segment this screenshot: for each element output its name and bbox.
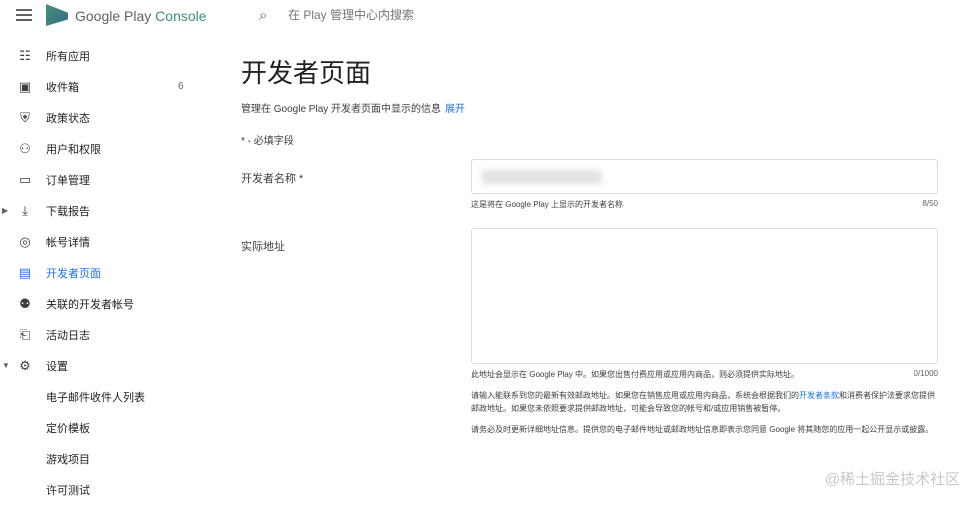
sidebar-item[interactable]: ⎗ 活动日志 xyxy=(0,319,200,350)
sidebar-item-label: 开发者页面 xyxy=(46,267,101,280)
sidebar-item[interactable]: 游戏项目 xyxy=(0,443,200,474)
top-bar: Google Play Console ⌕ xyxy=(0,0,980,32)
address-consent-paragraph: 请务必及时更新详细地址信息。提供您的电子邮件地址或邮政地址信息即表示您同意 Go… xyxy=(471,425,934,434)
shield-icon: ⛨ xyxy=(20,109,30,125)
page-title: 开发者页面 xyxy=(241,58,372,88)
sidebar-item[interactable]: 许可测试 xyxy=(0,474,200,505)
sidebar-item-label: 下载报告 xyxy=(46,205,90,218)
account-icon: ◎ xyxy=(19,233,31,249)
developer-name-hint: 这是将在 Google Play 上显示的开发者名称 xyxy=(471,200,624,209)
menu-icon[interactable] xyxy=(16,9,32,21)
sidebar-item-label: 关联的开发者帐号 xyxy=(46,298,134,311)
watermark: @稀土掘金技术社区 xyxy=(824,471,960,488)
para1-text-a: 请输入能联系到您的最新有效邮政地址。如果您在销售应用或应用内商品，系统会根据我们… xyxy=(471,391,799,400)
address-count: 0/1000 xyxy=(913,369,938,378)
sidebar-item[interactable]: ▶ ⤓ 下载报告 xyxy=(0,195,200,226)
sidebar-item-label: 设置 xyxy=(46,360,68,373)
expand-link[interactable]: 展开 xyxy=(445,104,465,115)
sidebar-item-label: 用户和权限 xyxy=(46,143,101,156)
gear-icon: ⚙ xyxy=(19,357,31,373)
sidebar-item-label: 游戏项目 xyxy=(46,453,90,466)
sidebar-item-label: 许可测试 xyxy=(46,484,90,497)
sidebar-item-label: 收件箱 xyxy=(46,81,79,94)
brand-name[interactable]: Google Play Console xyxy=(75,8,207,24)
sidebar-item-label: 活动日志 xyxy=(46,329,90,342)
brand-suffix: Console xyxy=(155,8,207,24)
required-note: * - 必填字段 xyxy=(241,136,294,147)
developer-name-input[interactable] xyxy=(471,159,938,194)
sidebar-item[interactable]: ⚉ 关联的开发者帐号 xyxy=(0,288,200,319)
sidebar-item[interactable]: 定价模板 xyxy=(0,412,200,443)
inbox-icon: ▣ xyxy=(18,78,32,94)
page-subtitle: 管理在 Google Play 开发者页面中显示的信息 xyxy=(241,104,442,115)
sidebar-item-label: 帐号详情 xyxy=(46,236,90,249)
address-textarea[interactable] xyxy=(471,228,938,364)
sidebar-item[interactable]: ▣ 收件箱 6 xyxy=(0,71,200,102)
sidebar-item[interactable]: ▭ 订单管理 xyxy=(0,164,200,195)
redacted-name xyxy=(482,170,602,184)
sidebar-item[interactable]: ⛨ 政策状态 xyxy=(0,102,200,133)
developer-name-count: 8/50 xyxy=(922,199,938,208)
sidebar-item-label: 定价模板 xyxy=(46,422,90,435)
sidebar-item[interactable]: ▼ ⚙ 设置 xyxy=(0,350,200,381)
search-input[interactable] xyxy=(288,8,588,22)
expand-arrow-icon[interactable]: ▶ xyxy=(2,206,8,215)
developer-name-label: 开发者名称 * xyxy=(241,173,304,185)
inbox-count: 6 xyxy=(178,81,184,92)
main-header: 开发者页面 管理在 Google Play 开发者页面中显示的信息 展开 xyxy=(241,50,465,115)
sidebar-item-label: 所有应用 xyxy=(46,50,90,63)
sidebar: ☷ 所有应用 ▣ 收件箱 6 ⛨ 政策状态 ⚇ 用户和权限 ▭ 订单管理 ▶ ⤓ 下载报告 ◎ 帐号详情 ▤ 开发… xyxy=(0,40,200,505)
sidebar-item[interactable]: ◎ 帐号详情 xyxy=(0,226,200,257)
sidebar-item[interactable]: 电子邮件收件人列表 xyxy=(0,381,200,412)
sidebar-item-label: 订单管理 xyxy=(46,174,90,187)
developer-terms-link[interactable]: 开发者条款 xyxy=(799,391,839,400)
download-icon: ⤓ xyxy=(22,202,28,218)
sidebar-item-label: 政策状态 xyxy=(46,112,90,125)
users-icon: ⚇ xyxy=(19,140,31,156)
linked-icon: ⚉ xyxy=(19,295,31,311)
sidebar-item[interactable]: ⚇ 用户和权限 xyxy=(0,133,200,164)
sidebar-item[interactable]: ☷ 所有应用 xyxy=(0,40,200,71)
play-console-logo-icon[interactable] xyxy=(46,4,68,26)
collapse-arrow-icon[interactable]: ▼ xyxy=(2,361,10,370)
brand-text: Google Play xyxy=(75,8,152,24)
address-hint: 此地址会显示在 Google Play 中。如果您出售付费应用或应用内商品，则必… xyxy=(471,370,800,379)
grid-icon: ☷ xyxy=(19,47,31,63)
sidebar-item[interactable]: ▤ 开发者页面 xyxy=(0,257,200,288)
search-icon[interactable]: ⌕ xyxy=(259,7,267,24)
address-info-paragraph: 请输入能联系到您的最新有效邮政地址。如果您在销售应用或应用内商品，系统会根据我们… xyxy=(471,389,941,415)
card-icon: ▭ xyxy=(18,171,32,187)
log-icon: ⎗ xyxy=(19,326,31,342)
web-icon: ▤ xyxy=(18,264,32,280)
address-label: 实际地址 xyxy=(241,241,285,253)
sidebar-item-label: 电子邮件收件人列表 xyxy=(46,391,145,404)
